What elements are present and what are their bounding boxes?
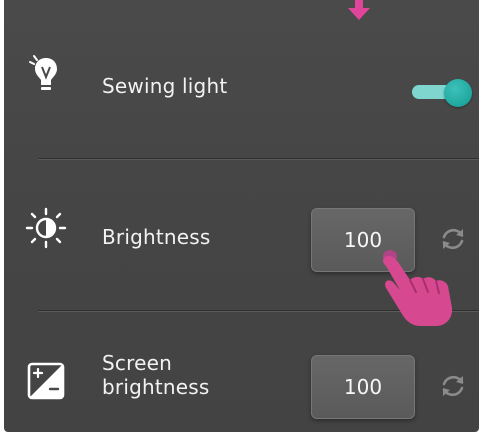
sewing-light-toggle[interactable]	[412, 77, 476, 111]
lightbulb-icon	[29, 55, 57, 90]
refresh-icon[interactable]	[438, 371, 468, 401]
settings-panel: Sewing light Brightness 100 Screen brigh…	[4, 0, 479, 432]
brightness-label: Brightness	[102, 225, 211, 249]
hand-pointer-icon	[382, 250, 453, 326]
screen-brightness-label: Screen brightness	[102, 351, 210, 399]
screen-brightness-value-button[interactable]: 100	[311, 355, 415, 419]
arrow-down-icon	[348, 0, 370, 20]
toggle-knob[interactable]	[444, 79, 472, 107]
sun-icon	[25, 207, 67, 249]
screenshot-frame: Sewing light Brightness 100 Screen brigh…	[0, 0, 483, 432]
setting-row-sewing-light: Sewing light	[4, 40, 479, 140]
divider	[38, 158, 479, 159]
exposure-icon	[27, 362, 65, 400]
sewing-light-label: Sewing light	[102, 74, 228, 98]
